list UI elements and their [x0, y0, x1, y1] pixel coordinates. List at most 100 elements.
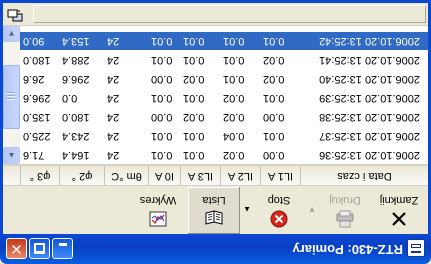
stop-dropdown-arrow[interactable]: ▲ [243, 205, 251, 214]
close-window-label: Zamknij [379, 194, 419, 206]
table-header: Data i czas IL1 A IL2 A IL3 A I0 A θm °C… [3, 164, 428, 185]
cell-temperature: 24 [107, 130, 120, 142]
cell-il2: 0.02 [223, 92, 245, 104]
column-header-il3[interactable]: IL3 A [180, 166, 220, 185]
cell-phi2: 288.4 [62, 54, 90, 66]
cell-phi3: 180.0 [23, 54, 51, 66]
list-book-icon [205, 210, 223, 225]
cell-datetime: 2006.10.20 13:25:41 [319, 54, 420, 66]
column-header-phi3[interactable]: φ3 ° [20, 166, 59, 185]
cell-phi2: 0.0 [62, 92, 78, 104]
cell-il1: 0.01 [263, 130, 285, 142]
cell-temperature: 24 [107, 35, 120, 47]
maximize-button[interactable] [29, 238, 50, 259]
cell-il2: 0.01 [223, 35, 245, 47]
cell-datetime: 2006.10.20 13:25:37 [319, 130, 420, 142]
cell-phi3: 71.6 [23, 149, 45, 161]
thumb-grip [7, 95, 15, 97]
app-icon[interactable] [407, 239, 425, 257]
cell-i0: 0.01 [151, 35, 173, 47]
table-row[interactable]: 2006.10.20 13:25:38 0.00 0.02 0.02 0.00 24 180… [20, 107, 428, 126]
cell-il2: 0.01 [223, 54, 245, 66]
cell-temperature: 24 [107, 149, 120, 161]
cell-il1: 0.01 [263, 92, 285, 104]
print-button[interactable]: Drukuj [320, 187, 370, 234]
table-row[interactable]: 2006.10.20 13:25:37 0.01 0.04 0.01 0.01 24 243… [20, 126, 428, 145]
chart-label: Wykres [139, 194, 177, 206]
cell-i0: 0.01 [151, 92, 173, 104]
list-view-button[interactable]: Lista [188, 187, 240, 234]
chart-view-button[interactable]: Wykres [131, 187, 185, 234]
toolbar: Zamknij Drukuj ▼ Stop ▲ Lista Wykres [3, 185, 428, 234]
cell-i0: 0.01 [151, 149, 173, 161]
status-panel [33, 5, 426, 23]
list-label: Lista [202, 194, 226, 206]
column-header-il2[interactable]: IL2 A [220, 166, 260, 185]
cell-phi2: 180.0 [62, 111, 90, 123]
cell-phi3: 90.0 [23, 35, 45, 47]
chart-icon [149, 211, 167, 227]
close-button[interactable]: ✕ [6, 238, 27, 259]
close-icon: ✕ [10, 240, 23, 257]
table-row[interactable]: 2006.10.20 13:25:39 0.01 0.02 0.01 0.01 24 0.0… [20, 88, 428, 107]
cell-il3: 0.01 [183, 130, 205, 142]
close-window-button[interactable]: Zamknij [374, 187, 424, 234]
vertical-scrollbar[interactable]: ▲ ▼ [3, 25, 20, 164]
column-header-datetime[interactable]: Data i czas [300, 166, 428, 185]
stop-icon [270, 210, 288, 228]
cell-datetime: 2006.10.20 13:25:42 [319, 35, 420, 47]
scroll-thumb[interactable] [3, 65, 20, 129]
cell-i0: 0.01 [151, 130, 173, 142]
stop-button[interactable]: Stop [254, 187, 304, 234]
title-bar[interactable]: RTZ-430: Pomiary ✕ [0, 234, 431, 264]
cell-il2: 0.02 [223, 149, 245, 161]
measurements-table: Data i czas IL1 A IL2 A IL3 A I0 A θm °C… [3, 25, 428, 186]
scroll-down-button[interactable]: ▼ [3, 25, 20, 42]
minimize-icon [59, 243, 67, 246]
cell-i0: 0.01 [151, 54, 173, 66]
table-row[interactable]: 2006.10.20 13:25:36 0.00 0.02 0.01 0.01 24 164… [20, 145, 428, 164]
print-dropdown-arrow[interactable]: ▼ [308, 205, 316, 214]
cell-il2: 0.01 [223, 73, 245, 85]
cell-il3: 0.01 [183, 92, 205, 104]
cell-il3: 0.01 [183, 54, 205, 66]
cell-il1: 0.00 [263, 111, 285, 123]
cell-il3: 0.01 [183, 35, 205, 47]
cell-phi3: 135.0 [23, 111, 51, 123]
stop-label: Stop [267, 194, 291, 206]
cell-il3: 0.02 [183, 73, 205, 85]
cell-phi2: 243.4 [62, 130, 90, 142]
cell-temperature: 24 [107, 92, 120, 104]
table-row[interactable]: 2006.10.20 13:25:41 0.02 0.01 0.01 0.01 24 288… [20, 50, 428, 69]
column-header-phi2[interactable]: φ2 ° [59, 166, 104, 185]
table-row[interactable]: 2006.10.20 13:25:42 0.01 0.01 0.01 0.01 24 153… [20, 31, 428, 50]
cell-phi3: 296.6 [23, 92, 51, 104]
print-label: Drukuj [329, 194, 361, 206]
cell-datetime: 2006.10.20 13:25:38 [319, 111, 420, 123]
status-bar [3, 2, 428, 26]
maximize-icon [34, 243, 45, 254]
cell-il3: 0.01 [183, 149, 205, 161]
cell-i0: 0.00 [151, 111, 173, 123]
table-row[interactable]: 2006.10.20 13:25:40 0.02 0.01 0.02 0.00 24 296… [20, 69, 428, 88]
cell-datetime: 2006.10.20 13:25:36 [319, 149, 420, 161]
cell-phi3: 225.0 [23, 130, 51, 142]
cell-temperature: 24 [107, 73, 120, 85]
cell-phi2: 296.6 [62, 73, 90, 85]
column-header-il1[interactable]: IL1 A [260, 166, 300, 185]
column-header-temperature[interactable]: θm °C [104, 166, 148, 185]
cell-il3: 0.02 [183, 111, 205, 123]
app-window: RTZ-430: Pomiary ✕ Zamknij Drukuj ▼ Stop… [0, 0, 431, 264]
close-x-icon [392, 212, 406, 226]
cell-temperature: 24 [107, 111, 120, 123]
cell-il1: 0.01 [263, 35, 285, 47]
scroll-up-button[interactable]: ▲ [3, 147, 20, 164]
cell-phi2: 164.4 [62, 149, 90, 161]
column-header-i0[interactable]: I0 A [148, 166, 180, 185]
cell-phi2: 153.4 [62, 35, 90, 47]
cell-temperature: 24 [107, 54, 120, 66]
window-title: RTZ-430: Pomiary [292, 242, 403, 257]
printer-icon [336, 210, 354, 228]
minimize-button[interactable] [52, 238, 73, 259]
cell-il1: 0.02 [263, 54, 285, 66]
